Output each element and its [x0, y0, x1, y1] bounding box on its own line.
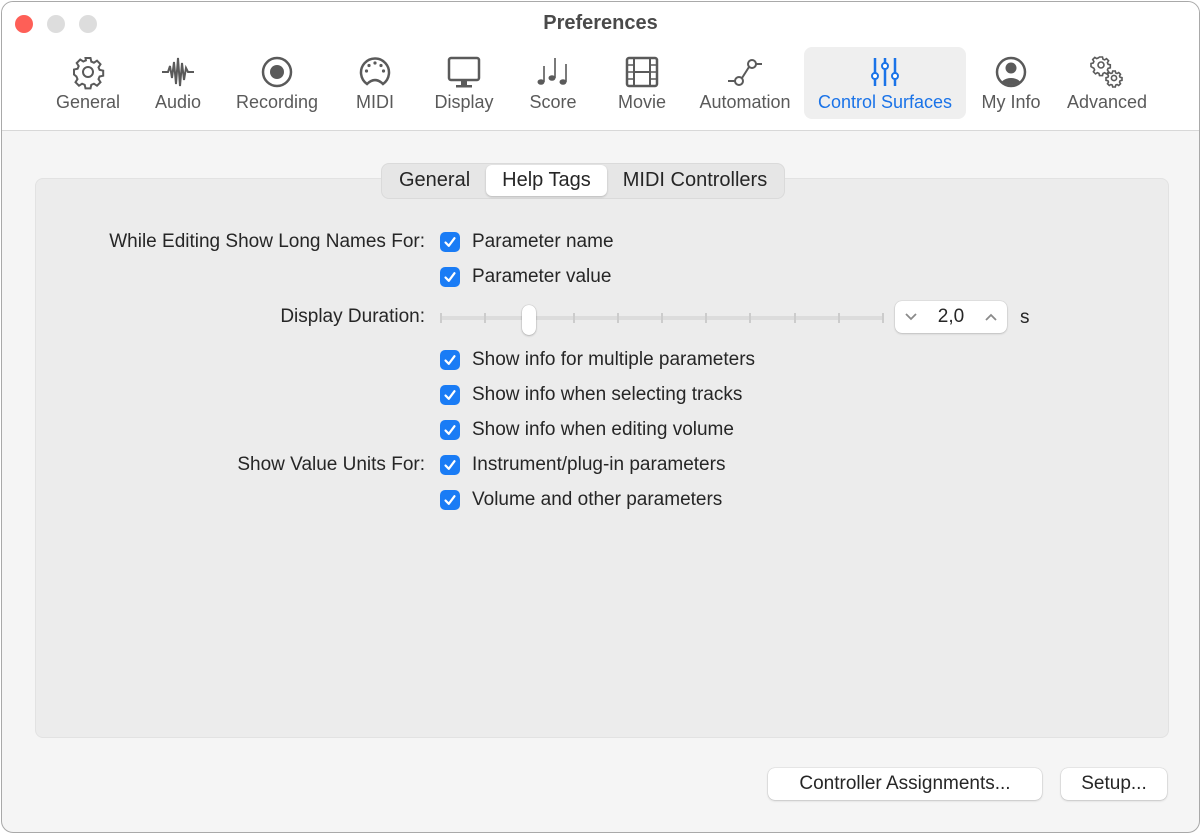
decrement-button[interactable] [901, 307, 921, 327]
sliders-icon [871, 58, 899, 86]
value-units-label: Show Value Units For: [237, 454, 425, 475]
checkbox-checked-icon [440, 385, 460, 405]
units-instrument-checkbox[interactable]: Instrument/plug-in parameters [440, 453, 725, 477]
tab-bar: General Help Tags MIDI Controllers [381, 163, 786, 199]
toolbar-item-recording[interactable]: Recording [228, 47, 326, 119]
toolbar-item-my-info[interactable]: My Info [974, 47, 1048, 119]
checkbox-checked-icon [440, 267, 460, 287]
slider-tick [749, 313, 752, 323]
toolbar-item-midi[interactable]: MIDI [342, 47, 408, 119]
checkbox-checked-icon [440, 420, 460, 440]
toolbar-item-general[interactable]: General [50, 47, 126, 119]
toolbar-item-audio[interactable]: Audio [144, 47, 212, 119]
slider-tick [572, 313, 575, 323]
duration-value[interactable]: 2,0 [938, 306, 964, 328]
toolbar-item-label: Automation [699, 92, 791, 112]
toolbar-item-label: General [55, 92, 121, 112]
slider-tick [705, 313, 708, 323]
toolbar-item-label: Score [529, 92, 577, 112]
slider-tick [616, 313, 619, 323]
automation-curve-icon [728, 59, 762, 86]
display-duration-slider[interactable] [440, 305, 884, 335]
toolbar-item-score[interactable]: Score [518, 47, 588, 119]
toolbar-item-control-surfaces[interactable]: Control Surfaces [804, 47, 966, 119]
increment-button[interactable] [981, 307, 1001, 327]
window-title: Preferences [543, 12, 658, 34]
slider-tick [440, 313, 442, 323]
checkbox-checked-icon [440, 350, 460, 370]
tab-help-tags[interactable]: Help Tags [486, 165, 607, 196]
toolbar: Preferences General Audio Recording MIDI… [2, 2, 1199, 131]
toolbar-item-automation[interactable]: Automation [692, 47, 798, 119]
slider-tick [837, 313, 840, 323]
chevron-down-icon [905, 313, 917, 321]
checkbox-label: Show info when editing volume [472, 419, 734, 440]
gears-icon [1090, 56, 1123, 88]
duration-unit: s [1020, 307, 1030, 328]
parameter-value-checkbox[interactable]: Parameter value [440, 265, 611, 289]
show-info-tracks-checkbox[interactable]: Show info when selecting tracks [440, 383, 742, 407]
slider-tick [661, 313, 663, 323]
toolbar-item-label: MIDI [356, 92, 394, 112]
toolbar-item-label: Display [434, 92, 494, 112]
checkbox-label: Show info for multiple parameters [472, 349, 756, 370]
checkbox-label: Parameter value [472, 266, 612, 287]
display-duration-stepper: 2,0 [895, 301, 1007, 333]
slider-tick [484, 313, 487, 323]
show-info-multiple-checkbox[interactable]: Show info for multiple parameters [440, 348, 755, 372]
units-volume-checkbox[interactable]: Volume and other parameters [440, 488, 722, 512]
gear-icon [73, 57, 105, 90]
chevron-up-icon [985, 313, 997, 321]
checkbox-label: Parameter name [472, 231, 614, 252]
film-icon [625, 56, 659, 88]
toolbar-item-label: Advanced [1066, 92, 1148, 112]
midi-port-icon [359, 57, 391, 86]
slider-tick [882, 313, 884, 323]
music-notes-icon [537, 58, 567, 85]
long-names-label: While Editing Show Long Names For: [109, 231, 425, 252]
preferences-window: Preferences General Audio Recording MIDI… [1, 1, 1200, 833]
user-icon [995, 56, 1027, 88]
checkbox-checked-icon [440, 490, 460, 510]
display-duration-label: Display Duration: [280, 306, 425, 327]
waveform-icon [162, 57, 194, 87]
tab-general[interactable]: General [383, 165, 486, 196]
checkbox-checked-icon [440, 455, 460, 475]
toolbar-item-movie[interactable]: Movie [608, 47, 676, 119]
checkbox-label: Show info when selecting tracks [472, 384, 743, 405]
controller-assignments-button[interactable]: Controller Assignments... [768, 768, 1042, 800]
toolbar-item-display[interactable]: Display [426, 47, 502, 119]
slider-tick [793, 313, 796, 323]
checkbox-label: Volume and other parameters [472, 489, 723, 510]
checkbox-checked-icon [440, 232, 460, 252]
monitor-icon [447, 56, 481, 88]
slider-thumb[interactable] [522, 305, 537, 335]
toolbar-item-label: Recording [235, 92, 319, 112]
toolbar-item-label: Audio [154, 92, 202, 112]
parameter-name-checkbox[interactable]: Parameter name [440, 230, 614, 254]
show-info-volume-checkbox[interactable]: Show info when editing volume [440, 418, 734, 442]
checkbox-label: Instrument/plug-in parameters [472, 454, 726, 475]
toolbar-item-advanced[interactable]: Advanced [1060, 47, 1154, 119]
setup-button[interactable]: Setup... [1061, 768, 1167, 800]
toolbar-item-label: Movie [617, 92, 666, 112]
toolbar-item-label: Control Surfaces [817, 92, 953, 112]
toolbar-item-label: My Info [981, 92, 1041, 112]
record-icon [261, 56, 293, 88]
tab-midi-controllers[interactable]: MIDI Controllers [607, 165, 783, 196]
